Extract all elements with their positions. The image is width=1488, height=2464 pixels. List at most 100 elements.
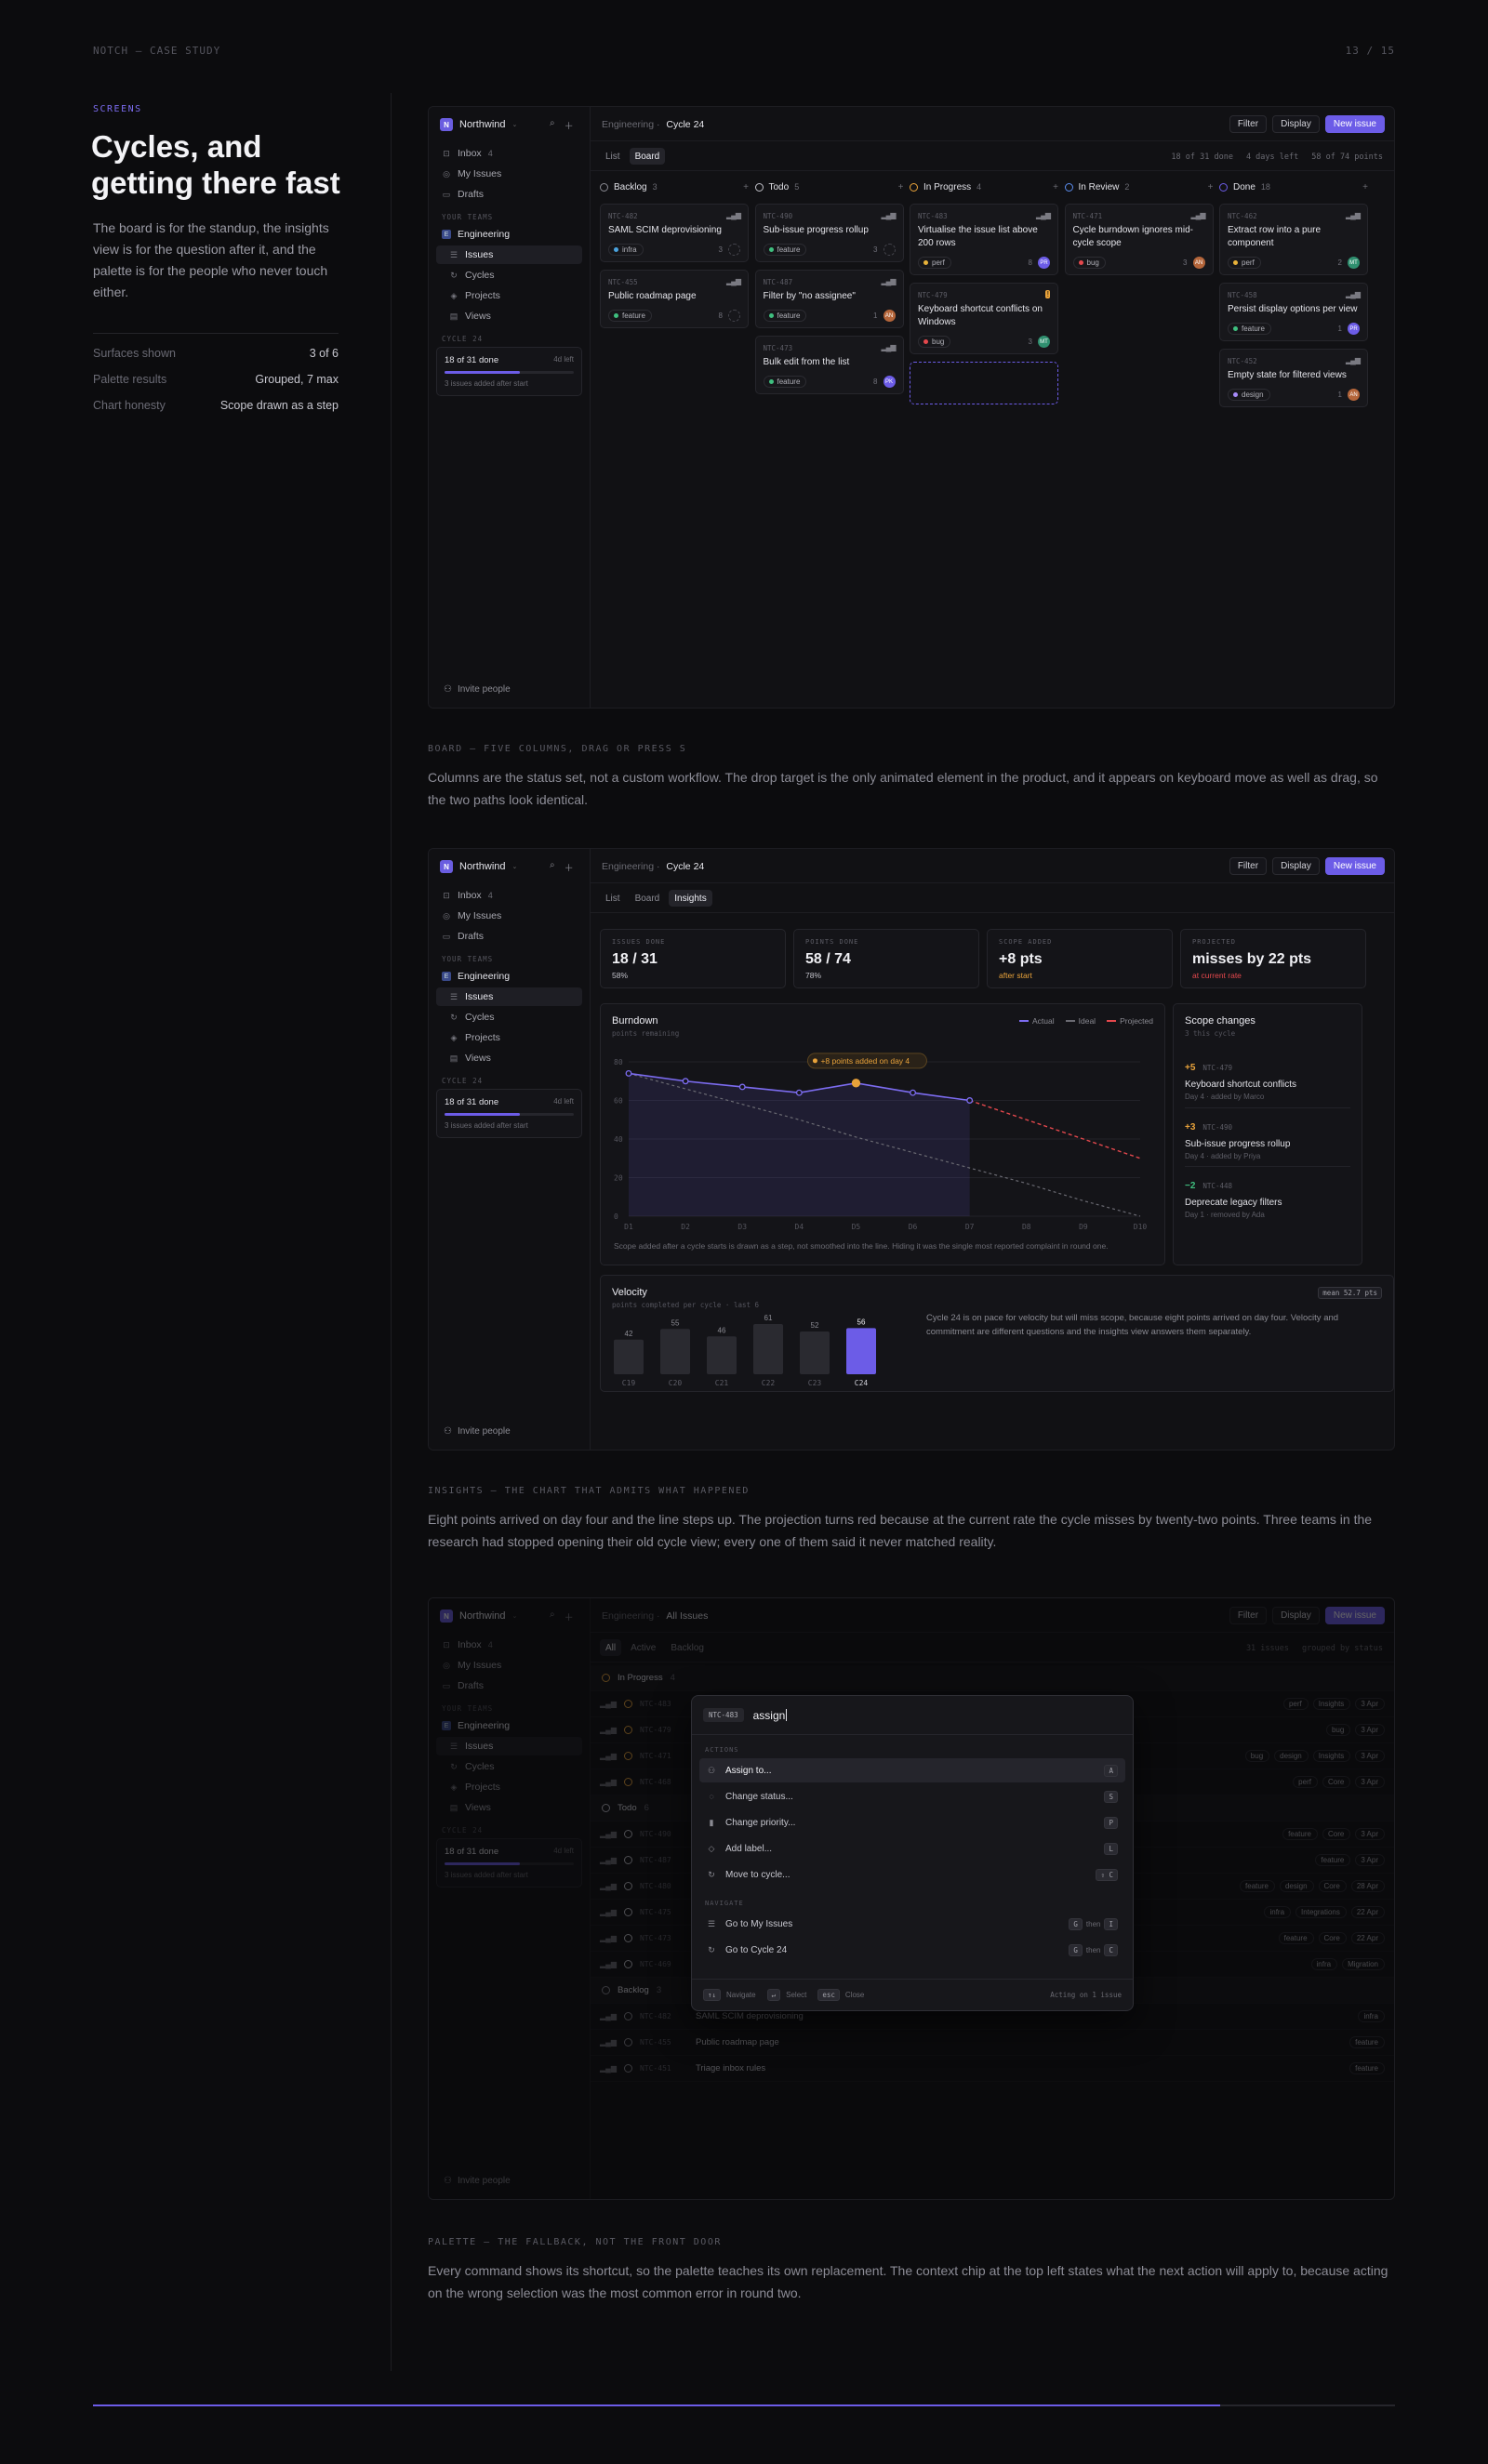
scope-change-item[interactable]: −2 NTC-448 Deprecate legacy filters Day 1 ·…: [1185, 1166, 1350, 1219]
palette-option[interactable]: ◌ Change status... S: [699, 1784, 1125, 1808]
workspace-switcher[interactable]: N Northwind ⌄: [440, 118, 517, 131]
search-icon[interactable]: ⌕: [550, 118, 555, 132]
display-button[interactable]: Display: [1272, 115, 1320, 133]
issue-card[interactable]: NTC-452 ▂▄▆ Empty state for filtered vie…: [1219, 349, 1368, 407]
avatar[interactable]: PR: [1348, 323, 1360, 335]
search-icon[interactable]: ⌕: [550, 860, 555, 874]
avatar-empty[interactable]: [728, 244, 740, 256]
option-label: Change status...: [725, 1791, 793, 1802]
sidebar-item-issues[interactable]: ☰ Issues: [436, 987, 582, 1006]
sidebar-item-drafts[interactable]: ▭ Drafts: [436, 927, 582, 946]
column-count: 3: [652, 182, 658, 192]
add-card-icon[interactable]: +: [1208, 182, 1214, 192]
tab-board[interactable]: Board: [629, 148, 666, 165]
palette-option[interactable]: ◇ Add label... L: [699, 1836, 1125, 1861]
issue-card[interactable]: NTC-458 ▂▄▆ Persist display options per …: [1219, 283, 1368, 341]
issue-points: 8: [718, 311, 723, 320]
sidebar-item-inbox[interactable]: ⊡ Inbox 4: [436, 144, 582, 163]
sidebar-item-issues[interactable]: ☰ Issues: [436, 245, 582, 264]
new-issue-button[interactable]: New issue: [1324, 857, 1385, 875]
add-card-icon[interactable]: +: [1362, 182, 1368, 192]
add-user-icon: ⚇: [444, 684, 452, 695]
palette-input[interactable]: assign: [752, 1708, 788, 1722]
invite-label: Invite people: [457, 1426, 511, 1437]
status-icon: [1064, 182, 1073, 192]
issue-card[interactable]: NTC-482 ▂▄▆ SAML SCIM deprovisioning inf…: [600, 204, 749, 262]
sidebar-item-projects[interactable]: ◈ Projects: [436, 286, 582, 305]
issue-card[interactable]: NTC-462 ▂▄▆ Extract row into a pure comp…: [1219, 204, 1368, 275]
new-issue-button[interactable]: New issue: [1324, 115, 1385, 133]
deck-progress-bar: [93, 2404, 1395, 2406]
invite-people[interactable]: ⚇ Invite people: [444, 684, 511, 695]
tab-insights[interactable]: Insights: [669, 890, 712, 907]
sidebar-item-inbox[interactable]: ⊡ Inbox 4: [436, 886, 582, 905]
avatar[interactable]: AN: [883, 310, 896, 322]
palette-query: assign: [752, 1708, 786, 1722]
avatar[interactable]: AN: [1348, 389, 1360, 401]
tab-list[interactable]: List: [600, 148, 626, 165]
sidebar-item-drafts[interactable]: ▭ Drafts: [436, 185, 582, 204]
palette-option[interactable]: ☰ Go to My Issues Gthen I: [699, 1912, 1125, 1936]
workspace-switcher[interactable]: N Northwind ⌄: [440, 860, 517, 873]
tab-board[interactable]: Board: [630, 890, 666, 907]
sidebar-item-my-issues[interactable]: ◎ My Issues: [436, 165, 582, 183]
team-engineering[interactable]: E Engineering: [436, 967, 582, 986]
issue-card[interactable]: NTC-483 ▂▄▆ Virtualise the issue list ab…: [910, 204, 1058, 275]
bar-value: 42: [625, 1330, 633, 1338]
cycle-note: 3 issues added after start: [445, 1121, 528, 1130]
sidebar-item-views[interactable]: ▤ Views: [436, 307, 582, 325]
drop-target[interactable]: [910, 362, 1058, 404]
palette-option[interactable]: ▮ Change priority... P: [699, 1810, 1125, 1835]
invite-people[interactable]: ⚇ Invite people: [444, 1426, 511, 1437]
add-card-icon[interactable]: +: [898, 182, 904, 192]
palette-option[interactable]: ↻ Go to Cycle 24 Gthen C: [699, 1938, 1125, 1962]
palette-option[interactable]: ↻ Move to cycle... ⇧ C: [699, 1862, 1125, 1887]
kpi-value: misses by 22 pts: [1192, 951, 1312, 967]
cycle-card[interactable]: 18 of 31 done 4d left 3 issues added after…: [436, 347, 582, 396]
actual-point: [795, 1089, 803, 1096]
issue-card[interactable]: NTC-479 ! Keyboard shortcut conflicts on…: [910, 283, 1058, 354]
sidebar-item-cycles[interactable]: ↻ Cycles: [436, 266, 582, 285]
team-engineering[interactable]: E Engineering: [436, 225, 582, 244]
scope-change-item[interactable]: +3 NTC-490 Sub-issue progress rollup Day 4 …: [1185, 1107, 1350, 1160]
palette-option[interactable]: ⚇ Assign to... A: [699, 1758, 1125, 1782]
avatar[interactable]: AN: [1192, 257, 1205, 269]
sidebar-item-views[interactable]: ▤ Views: [436, 1049, 582, 1067]
sidebar-item-projects[interactable]: ◈ Projects: [436, 1028, 582, 1047]
issue-card[interactable]: NTC-471 ▂▄▆ Cycle burndown ignores mid-c…: [1064, 204, 1214, 275]
draft-icon: ▭: [442, 189, 451, 199]
avatar-empty[interactable]: [728, 310, 740, 322]
avatar[interactable]: PR: [1038, 257, 1050, 269]
issue-card[interactable]: NTC-487 ▂▄▆ Filter by "no assignee" feat…: [754, 270, 904, 328]
avatar[interactable]: PK: [883, 376, 896, 388]
display-button[interactable]: Display: [1272, 857, 1320, 875]
scope-change-item[interactable]: +5 NTC-479 Keyboard shortcut conflicts Day …: [1185, 1049, 1350, 1101]
x-tick-label: D3: [737, 1223, 747, 1231]
tab-list[interactable]: List: [600, 890, 626, 907]
avatar[interactable]: MT: [1038, 336, 1050, 348]
avatar-empty[interactable]: [883, 244, 896, 256]
priority-icon: ▂▄▆: [881, 343, 897, 351]
invite-label: Invite people: [457, 684, 511, 695]
plus-icon[interactable]: ＋: [565, 118, 574, 132]
column-header: In Review 2 +: [1064, 178, 1214, 196]
cycle-card[interactable]: 18 of 31 done 4d left 3 issues added after…: [436, 1089, 582, 1138]
sidebar-item-my-issues[interactable]: ◎ My Issues: [436, 907, 582, 925]
issue-card[interactable]: NTC-455 ▂▄▆ Public roadmap page feature 8: [600, 270, 749, 328]
bar-category: C20: [669, 1379, 683, 1387]
avatar[interactable]: MT: [1348, 257, 1360, 269]
filter-button[interactable]: Filter: [1229, 857, 1268, 875]
label-badge: feature: [763, 310, 807, 322]
issue-card[interactable]: NTC-473 ▂▄▆ Bulk edit from the list feat…: [754, 336, 904, 394]
kbd-then: then: [1085, 1945, 1101, 1954]
burndown-subtitle: points remaining: [612, 1029, 680, 1038]
add-card-icon[interactable]: +: [1053, 182, 1058, 192]
breadcrumb-parent[interactable]: Engineering: [602, 861, 654, 872]
filter-button[interactable]: Filter: [1229, 115, 1268, 133]
label-badge: perf: [918, 257, 951, 269]
issue-card[interactable]: NTC-490 ▂▄▆ Sub-issue progress rollup fe…: [754, 204, 904, 262]
add-card-icon[interactable]: +: [743, 182, 749, 192]
sidebar-item-cycles[interactable]: ↻ Cycles: [436, 1008, 582, 1027]
breadcrumb-parent[interactable]: Engineering: [602, 119, 654, 130]
plus-icon[interactable]: ＋: [565, 860, 574, 874]
